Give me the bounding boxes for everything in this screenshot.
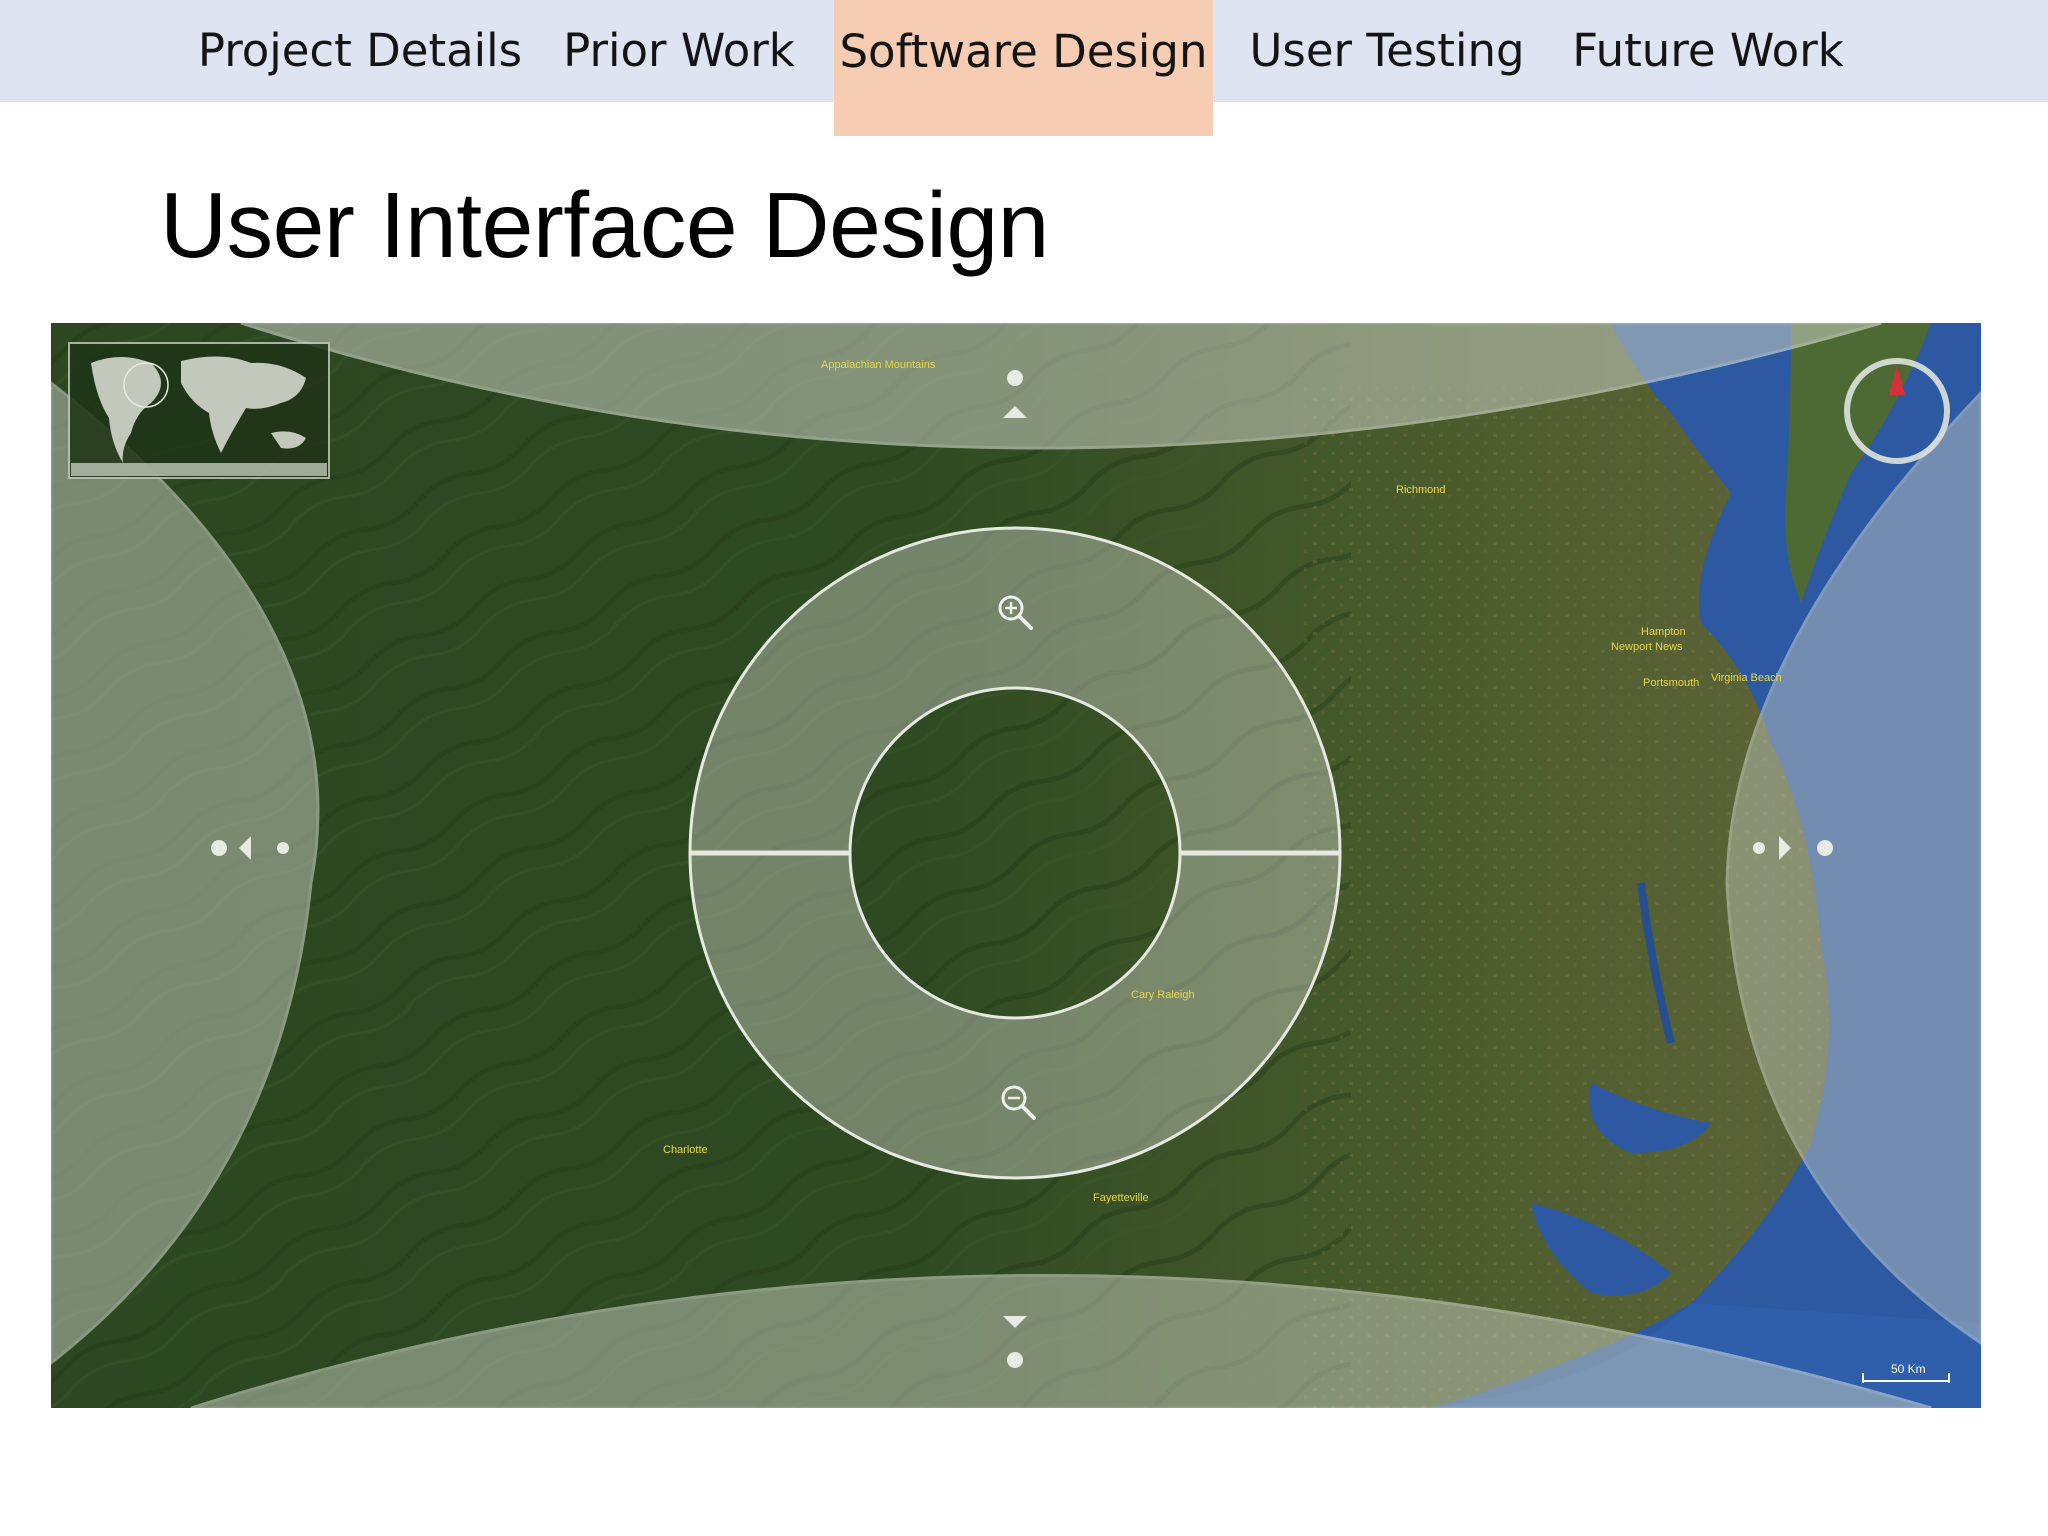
tab-label: Software Design — [839, 24, 1208, 78]
map-label: Appalachian Mountains — [821, 359, 936, 371]
map-label: Cary Raleigh — [1131, 989, 1195, 1001]
tab-project-details[interactable]: Project Details — [190, 0, 530, 102]
tab-prior-work[interactable]: Prior Work — [548, 0, 810, 102]
map-label: Newport News — [1611, 641, 1683, 653]
map-label: Portsmouth — [1643, 677, 1699, 689]
map-label: Virginia Beach — [1711, 672, 1782, 684]
map-label: Charlotte — [663, 1144, 708, 1156]
tab-label: Future Work — [1572, 23, 1844, 77]
map-label: Richmond — [1396, 484, 1446, 496]
pan-up-dot — [1007, 370, 1023, 386]
tab-user-testing[interactable]: User Testing — [1244, 0, 1530, 102]
tab-future-work[interactable]: Future Work — [1563, 0, 1853, 102]
map-label: Fayetteville — [1093, 1192, 1149, 1204]
top-navigation-bar: Project Details Prior Work Software Desi… — [0, 0, 2048, 136]
page-title: User Interface Design — [160, 173, 1049, 277]
tab-software-design[interactable]: Software Design — [834, 0, 1213, 136]
tab-label: User Testing — [1249, 23, 1525, 77]
tab-label: Project Details — [197, 23, 523, 77]
tab-label: Prior Work — [563, 23, 795, 77]
scale-label: 50 Km — [1891, 1362, 1926, 1376]
map-view[interactable]: 50 Km Appalachian Mountains Richmond Ham… — [51, 323, 1981, 1408]
world-minimap[interactable] — [68, 342, 330, 479]
map-label: Hampton — [1641, 626, 1686, 638]
